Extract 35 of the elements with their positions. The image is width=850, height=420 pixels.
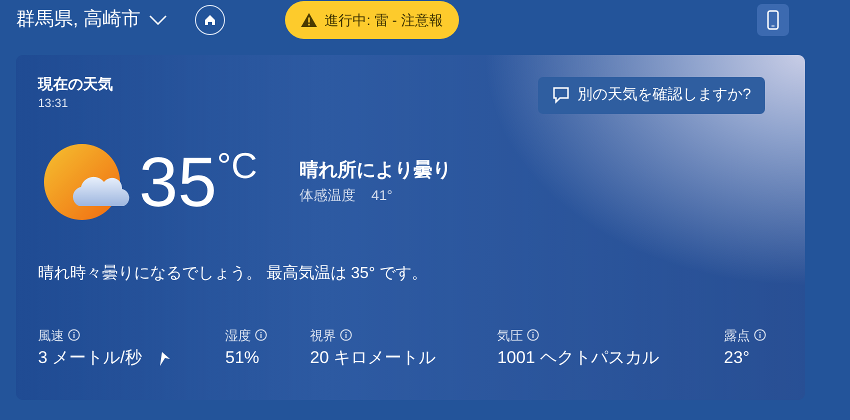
time-label: 13:31	[38, 94, 70, 112]
phone-button[interactable]	[757, 4, 789, 36]
detail-value: 1001 ヘクトパスカル	[497, 347, 659, 369]
detail-label: 露点	[724, 326, 750, 344]
feels-like-label: 体感温度	[299, 186, 356, 206]
home-button[interactable]	[194, 5, 225, 35]
detail-value: 51%	[225, 347, 260, 369]
home-icon	[202, 13, 217, 27]
warning-icon	[300, 13, 317, 27]
detail-value: 3 メートル/秒	[38, 347, 142, 369]
info-icon[interactable]	[340, 329, 352, 342]
info-icon[interactable]	[255, 329, 268, 342]
info-icon[interactable]	[527, 329, 540, 342]
detail-label: 風速	[38, 326, 64, 344]
detail-value: 23°	[724, 347, 750, 369]
detail-label: 視界	[310, 326, 336, 344]
condition-label: 晴れ所により曇り	[299, 158, 452, 183]
wind-direction-icon	[158, 350, 170, 366]
chat-icon	[552, 86, 570, 104]
alert-button[interactable]: 進行中: 雷 - 注意報	[284, 1, 459, 39]
phone-icon	[767, 10, 779, 30]
forecast-summary: 晴れ時々曇りになるでしょう。 最高気温は 35° です。	[38, 264, 429, 284]
detail-label: 湿度	[225, 326, 252, 344]
detail-label: 気圧	[497, 326, 524, 344]
sun-cloud-icon	[43, 142, 131, 222]
temperature-value: 35	[139, 146, 217, 216]
feels-like-value: 41°	[371, 186, 392, 206]
detail-value: 20 キロメートル	[310, 347, 436, 369]
card-title: 現在の天気	[38, 77, 113, 94]
ask-button[interactable]: 別の天気を確認しますか?	[538, 77, 765, 114]
temperature-unit: °C	[216, 148, 258, 184]
location-title: 群馬県, 高崎市	[16, 8, 141, 32]
info-icon[interactable]	[68, 329, 80, 342]
info-icon[interactable]	[754, 329, 766, 342]
chevron-down-icon[interactable]	[148, 15, 167, 25]
